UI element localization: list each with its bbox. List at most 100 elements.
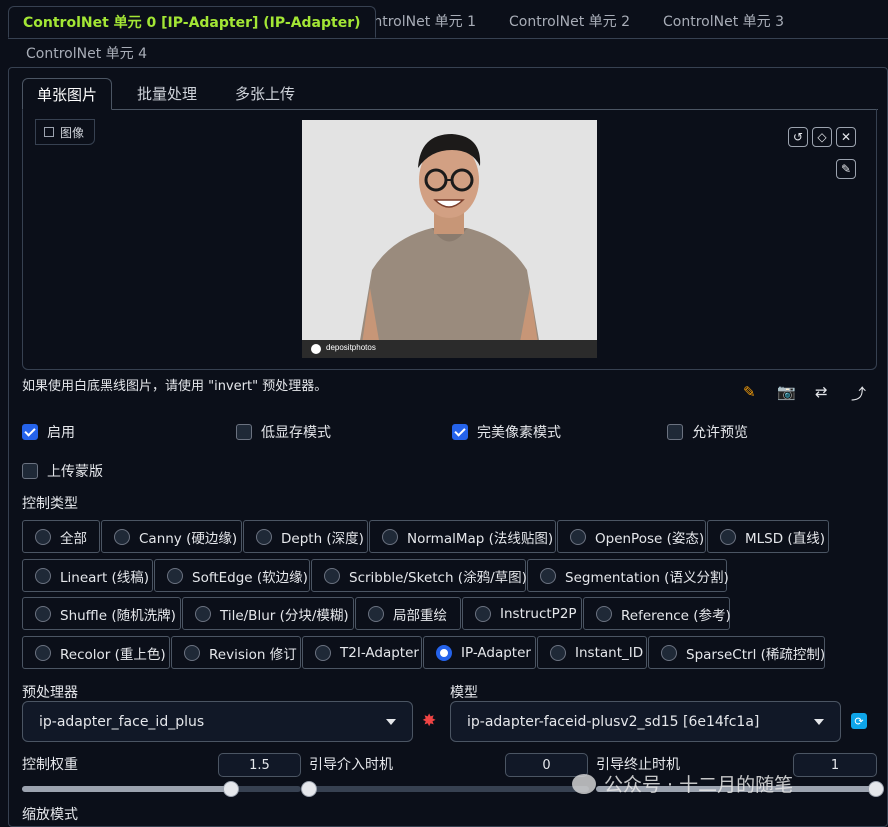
radio-dot[interactable] — [184, 644, 200, 661]
enable-checkbox[interactable]: 启用 — [22, 422, 75, 442]
unit-tab-3[interactable]: ControlNet 单元 3 — [649, 6, 798, 38]
upload-mask-checkbox[interactable]: 上传蒙版 — [22, 461, 103, 481]
resize-mode-label: 缩放模式 — [22, 807, 78, 823]
radio-label: MLSD (直线) — [745, 530, 825, 547]
undo-icon[interactable]: ↺ — [788, 127, 808, 147]
radio-instructp2p[interactable]: InstructP2P — [462, 597, 582, 630]
radio-dot[interactable] — [315, 644, 331, 661]
pixel-perfect-checkbox[interactable]: 完美像素模式 — [452, 422, 561, 442]
unit-tab-2[interactable]: ControlNet 单元 2 — [495, 6, 644, 38]
radio-instant-id[interactable]: Instant_ID — [537, 636, 647, 669]
radio-lineart[interactable]: Lineart (线稿) — [22, 559, 153, 592]
chevron-down-icon — [814, 718, 824, 725]
control-type-label: 控制类型 — [22, 496, 78, 512]
swap-icon[interactable]: ⇄ — [815, 383, 828, 401]
checkbox-box[interactable] — [452, 424, 468, 440]
weight-slider[interactable] — [22, 781, 301, 797]
radio-dot[interactable] — [114, 528, 130, 545]
allow-preview-checkbox[interactable]: 允许预览 — [667, 422, 748, 442]
tab-batch[interactable]: 批量处理 — [123, 78, 211, 110]
radio-depth[interactable]: Depth (深度) — [243, 520, 368, 553]
radio-dot[interactable] — [324, 567, 340, 584]
radio-dot[interactable] — [368, 605, 384, 622]
radio-dot[interactable] — [550, 644, 566, 661]
eraser-icon[interactable]: ◇ — [812, 127, 832, 147]
radio-label: Segmentation (语义分割) — [565, 569, 729, 586]
radio-t2i-adapter[interactable]: T2I-Adapter — [302, 636, 422, 669]
weight-input[interactable]: 1.5 — [218, 753, 301, 777]
image-icon — [44, 127, 54, 137]
checkbox-box[interactable] — [236, 424, 252, 440]
tab-multi-upload[interactable]: 多张上传 — [221, 78, 309, 110]
radio-label: Tile/Blur (分块/模糊) — [220, 607, 349, 624]
radio-dot[interactable] — [35, 567, 51, 584]
radio-dot[interactable] — [35, 528, 51, 545]
radio-dot[interactable] — [540, 567, 556, 584]
radio-label: Recolor (重上色) — [60, 646, 166, 663]
refresh-icon[interactable]: ⟳ — [851, 713, 867, 729]
radio-shuffle[interactable]: Shuffle (随机洗牌) — [22, 597, 181, 630]
radio-dot[interactable] — [35, 644, 51, 661]
camera-icon[interactable]: 📷 — [777, 383, 796, 401]
end-input[interactable]: 1 — [793, 753, 877, 777]
brush-icon[interactable]: ✎ — [836, 159, 856, 179]
model-label: 模型 — [450, 685, 478, 701]
wechat-icon — [572, 773, 596, 794]
radio-normalmap[interactable]: NormalMap (法线贴图) — [369, 520, 556, 553]
checkbox-label: 允许预览 — [692, 425, 748, 441]
radio-label: SparseCtrl (稀疏控制) — [686, 646, 826, 663]
model-value: ip-adapter-faceid-plusv2_sd15 [6e14fc1a] — [467, 713, 760, 730]
radio-label: Reference (参考) — [621, 607, 731, 624]
close-icon[interactable]: ✕ — [836, 127, 856, 147]
radio-all[interactable]: 全部 — [22, 520, 100, 553]
radio-label: Instant_ID — [575, 644, 644, 661]
preprocessor-select[interactable]: ip-adapter_face_id_plus — [22, 701, 413, 742]
radio-dot[interactable] — [167, 567, 183, 584]
radio-label: IP-Adapter — [461, 644, 531, 661]
radio-dot[interactable] — [195, 605, 211, 622]
checkbox-box[interactable] — [22, 463, 38, 479]
radio-openpose[interactable]: OpenPose (姿态) — [557, 520, 706, 553]
start-slider[interactable] — [301, 781, 589, 797]
radio-sparsectrl[interactable]: SparseCtrl (稀疏控制) — [648, 636, 825, 669]
send-icon[interactable]: ⤴ — [851, 383, 866, 404]
radio-label: Lineart (线稿) — [60, 569, 150, 586]
unit-tab-0[interactable]: ControlNet 单元 0 [IP-Adapter] (IP-Adapter… — [8, 6, 376, 38]
radio-revision[interactable]: Revision 修订 — [171, 636, 301, 669]
explosion-icon[interactable]: ✸ — [422, 711, 436, 731]
unit-tab-4[interactable]: ControlNet 单元 4 — [12, 38, 161, 70]
radio-reference[interactable]: Reference (参考) — [583, 597, 731, 630]
radio-dot[interactable] — [35, 605, 51, 622]
checkbox-box[interactable] — [667, 424, 683, 440]
edit-icon[interactable]: ✎ — [743, 383, 756, 401]
radio-canny[interactable]: Canny (硬边缘) — [101, 520, 242, 553]
preprocessor-label: 预处理器 — [22, 685, 78, 701]
radio-inpaint[interactable]: 局部重绘 — [355, 597, 461, 630]
radio-softedge[interactable]: SoftEdge (软边缘) — [154, 559, 310, 592]
radio-dot[interactable] — [475, 605, 491, 622]
radio-dot[interactable] — [382, 528, 398, 545]
model-select[interactable]: ip-adapter-faceid-plusv2_sd15 [6e14fc1a] — [450, 701, 841, 742]
radio-scribble[interactable]: Scribble/Sketch (涂鸦/草图) — [311, 559, 527, 592]
radio-label: Depth (深度) — [281, 530, 364, 547]
radio-dot[interactable] — [720, 528, 736, 545]
end-slider-thumb[interactable] — [868, 781, 884, 797]
radio-ip-adapter[interactable]: IP-Adapter — [423, 636, 536, 669]
start-slider-thumb[interactable] — [301, 781, 317, 797]
radio-dot[interactable] — [570, 528, 586, 545]
radio-segmentation[interactable]: Segmentation (语义分割) — [527, 559, 729, 592]
low-vram-checkbox[interactable]: 低显存模式 — [236, 422, 331, 442]
radio-dot[interactable] — [596, 605, 612, 622]
checkbox-label: 完美像素模式 — [477, 425, 561, 441]
tab-single-image[interactable]: 单张图片 — [22, 78, 113, 110]
radio-dot[interactable] — [436, 644, 452, 661]
radio-mlsd[interactable]: MLSD (直线) — [707, 520, 829, 553]
radio-label: NormalMap (法线贴图) — [407, 530, 554, 547]
radio-dot[interactable] — [256, 528, 272, 545]
radio-tile-blur[interactable]: Tile/Blur (分块/模糊) — [182, 597, 354, 630]
radio-recolor[interactable]: Recolor (重上色) — [22, 636, 170, 669]
chevron-down-icon — [386, 718, 396, 725]
radio-label: Revision 修订 — [209, 646, 297, 663]
checkbox-box[interactable] — [22, 424, 38, 440]
radio-dot[interactable] — [661, 644, 677, 661]
